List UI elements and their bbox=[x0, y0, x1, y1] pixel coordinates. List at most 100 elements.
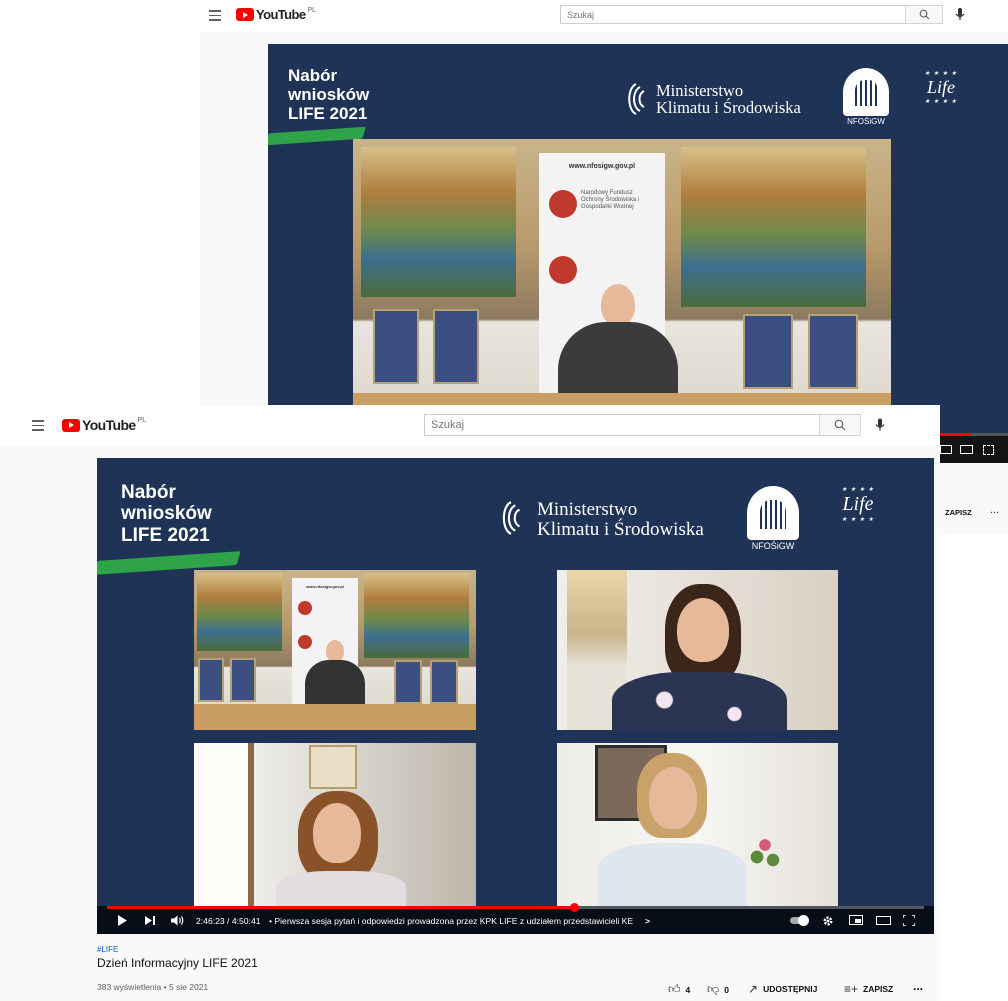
banner-line-1: Nabór bbox=[121, 482, 176, 503]
menu-icon[interactable] bbox=[32, 420, 44, 434]
standee-logo-icon bbox=[549, 190, 577, 218]
video-player[interactable]: Nabór wniosków LIFE 2021 Ministerstwo Kl… bbox=[97, 458, 934, 934]
save-icon: ≡+ bbox=[844, 982, 859, 996]
chair bbox=[198, 658, 224, 702]
wall-tapestry-right bbox=[364, 573, 469, 658]
like-button[interactable]: 👍︎ 4 bbox=[668, 982, 690, 997]
chapter-title[interactable]: • Pierwsza sesja pytań i odpowiedzi prow… bbox=[269, 916, 633, 926]
microphone-icon[interactable] bbox=[875, 418, 885, 432]
logo-text: YouTube bbox=[82, 417, 136, 433]
like-icon: 👍︎ bbox=[668, 982, 681, 996]
more-label: ... bbox=[990, 504, 1000, 516]
banner-line-3: LIFE 2021 bbox=[121, 524, 210, 546]
banner-line-1: Nabór bbox=[288, 66, 338, 85]
standee-logo-1: Narodowy Fundusz Ochrony Środowiska i Go… bbox=[549, 190, 665, 218]
miniplayer-icon[interactable] bbox=[849, 915, 863, 925]
miniplayer-icon[interactable] bbox=[940, 445, 952, 454]
chair bbox=[808, 314, 858, 389]
video-title: Dzień Informacyjny LIFE 2021 bbox=[97, 956, 258, 970]
chapter-arrow-icon[interactable]: > bbox=[645, 916, 650, 926]
participant-woman bbox=[607, 584, 787, 730]
logo-text: YouTube bbox=[256, 7, 306, 22]
participant-woman bbox=[276, 791, 416, 906]
ministry-line-2: Klimatu i Środowiska bbox=[656, 98, 801, 118]
standee-text: Narodowy Fundusz Ochrony Środowiska i Go… bbox=[581, 190, 640, 211]
more-button[interactable]: ... bbox=[913, 979, 923, 993]
next-icon[interactable] bbox=[145, 915, 156, 926]
foreground-youtube-window: YouTube PL Szukaj Nabór wniosków LIFE 20… bbox=[0, 405, 940, 1001]
search-icon bbox=[919, 9, 929, 20]
youtube-play-icon bbox=[62, 418, 80, 432]
ministry-line-2: Klimatu i Środowiska bbox=[537, 518, 704, 540]
chair bbox=[394, 660, 422, 704]
banner-title: Nabór wniosków LIFE 2021 bbox=[121, 482, 212, 546]
theater-icon[interactable] bbox=[876, 916, 891, 925]
standee-logo-2 bbox=[549, 256, 665, 284]
share-icon: ↗ bbox=[748, 982, 759, 996]
progress-scrubber[interactable] bbox=[569, 903, 579, 912]
dislike-icon: 👎︎ bbox=[707, 982, 720, 996]
dislike-button[interactable]: 👎︎ 0 bbox=[707, 982, 729, 997]
eu-stars-icon-lower: ★ ★ ★ ★ bbox=[924, 99, 958, 105]
volume-icon[interactable] bbox=[171, 915, 184, 926]
time-display: 2:46:23 / 4:50:41 bbox=[196, 916, 261, 926]
youtube-logo[interactable]: YouTube PL bbox=[62, 417, 146, 433]
participant-shirt bbox=[597, 843, 747, 906]
fullscreen-icon[interactable] bbox=[903, 915, 915, 926]
participant-blouse bbox=[612, 672, 787, 730]
search-input[interactable]: Szukaj bbox=[424, 414, 820, 436]
save-button[interactable]: ZAPISZ bbox=[945, 508, 972, 517]
banner-title: Nabór wniosków LIFE 2021 bbox=[288, 66, 369, 123]
life-label: Life bbox=[926, 77, 955, 97]
webcam-feed-speaker: www.nfosigw.gov.pl Narodowy Fundusz Ochr… bbox=[353, 139, 891, 439]
autoplay-toggle-icon[interactable] bbox=[790, 915, 809, 926]
top-bar: YouTube PL Szukaj bbox=[0, 405, 940, 445]
nfosigw-emblem-icon bbox=[747, 486, 799, 540]
eu-stars-icon: ★ ★ ★ ★ bbox=[841, 487, 875, 493]
nfosigw-label: NFOŚiGW bbox=[847, 117, 885, 126]
settings-icon[interactable] bbox=[822, 915, 834, 927]
search-input[interactable]: Szukaj bbox=[560, 5, 906, 24]
eu-stars-icon-lower: ★ ★ ★ ★ bbox=[841, 517, 875, 523]
progress-bar[interactable] bbox=[107, 903, 924, 912]
life-label: Life bbox=[842, 493, 874, 515]
top-bar: YouTube PL Szukaj bbox=[200, 0, 1008, 32]
region-badge: PL bbox=[137, 417, 147, 424]
nfosigw-logo: NFOŚiGW bbox=[747, 486, 799, 551]
participant-tile-3 bbox=[194, 743, 476, 906]
save-label: ZAPISZ bbox=[863, 984, 894, 994]
youtube-logo[interactable]: YouTube PL bbox=[236, 7, 316, 22]
speaker-head bbox=[601, 284, 635, 326]
dislike-count: 0 bbox=[724, 984, 729, 995]
like-count: 4 bbox=[685, 984, 691, 995]
play-icon[interactable] bbox=[117, 915, 127, 926]
share-label: UDOSTĘPNIJ bbox=[763, 984, 818, 994]
wall-tapestry-left bbox=[361, 147, 516, 297]
standee-url: www.nfosigw.gov.pl bbox=[568, 163, 636, 170]
video-player[interactable]: Nabór wniosków LIFE 2021 Ministerstwo Kl… bbox=[268, 44, 1008, 439]
hashtag-link[interactable]: #LIFE bbox=[97, 945, 118, 954]
ministry-name: Ministerstwo Klimatu i Środowiska bbox=[656, 82, 801, 117]
more-icon: ... bbox=[913, 979, 924, 993]
youtube-play-icon bbox=[236, 8, 254, 21]
banner-line-3: LIFE 2021 bbox=[288, 104, 368, 124]
standee-logo-icon bbox=[298, 601, 312, 615]
chair bbox=[430, 660, 458, 704]
fullscreen-icon[interactable] bbox=[983, 445, 994, 455]
save-button[interactable]: ≡+ ZAPISZ bbox=[844, 982, 893, 996]
search-icon bbox=[834, 419, 846, 431]
share-button[interactable]: ↗ UDOSTĘPNIJ bbox=[748, 982, 817, 996]
wall-tapestry-right bbox=[681, 147, 866, 307]
search-button[interactable] bbox=[819, 414, 861, 436]
microphone-icon[interactable] bbox=[955, 8, 965, 21]
participant-blouse bbox=[276, 871, 406, 906]
participant-woman bbox=[597, 753, 757, 906]
video-stats: 383 wyświetlenia • 5 sie 2021 bbox=[97, 982, 209, 992]
theater-icon[interactable] bbox=[960, 445, 973, 454]
search-button[interactable] bbox=[905, 5, 943, 24]
player-controls: 2:46:23 / 4:50:41 • Pierwsza sesja pytań… bbox=[97, 903, 934, 934]
more-icon[interactable]: ... bbox=[990, 504, 999, 516]
standee-url: www.nfosigw.gov.pl bbox=[306, 584, 344, 589]
menu-icon[interactable] bbox=[209, 10, 221, 24]
chair bbox=[433, 309, 479, 384]
